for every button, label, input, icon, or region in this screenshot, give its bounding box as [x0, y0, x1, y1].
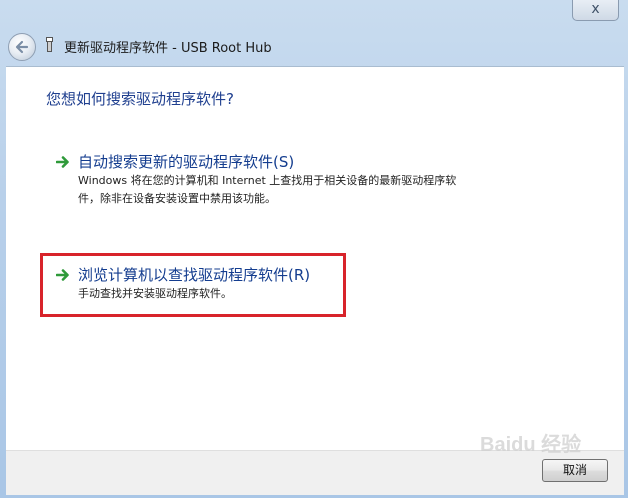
red-highlight-box: [40, 253, 346, 317]
option-auto-search-title[interactable]: 自动搜索更新的驱动程序软件(S): [78, 151, 294, 172]
close-button[interactable]: x: [572, 0, 619, 21]
usb-device-icon: [46, 37, 53, 52]
back-button[interactable]: [8, 33, 36, 61]
page-heading: 您想如何搜索驱动程序软件?: [46, 90, 234, 108]
baidu-watermark: Baidu 经验: [480, 434, 582, 456]
content-panel: 您想如何搜索驱动程序软件? 自动搜索更新的驱动程序软件(S) Windows 将…: [6, 66, 624, 451]
back-arrow-icon: [15, 40, 29, 54]
cancel-button[interactable]: 取消: [542, 459, 608, 482]
option-auto-search-desc-line2: 件，除非在设备安装设置中禁用该功能。: [78, 192, 276, 205]
option-auto-search-desc-line1: Windows 将在您的计算机和 Internet 上查找用于相关设备的最新驱动…: [78, 174, 457, 187]
update-driver-window: x 更新驱动程序软件 - USB Root Hub 您想如何搜索驱动程序软件? …: [0, 0, 628, 498]
title-bar: x 更新驱动程序软件 - USB Root Hub: [0, 0, 628, 66]
green-arrow-icon: [56, 156, 69, 168]
window-title: 更新驱动程序软件 - USB Root Hub: [64, 41, 272, 56]
close-icon: x: [591, 1, 600, 17]
